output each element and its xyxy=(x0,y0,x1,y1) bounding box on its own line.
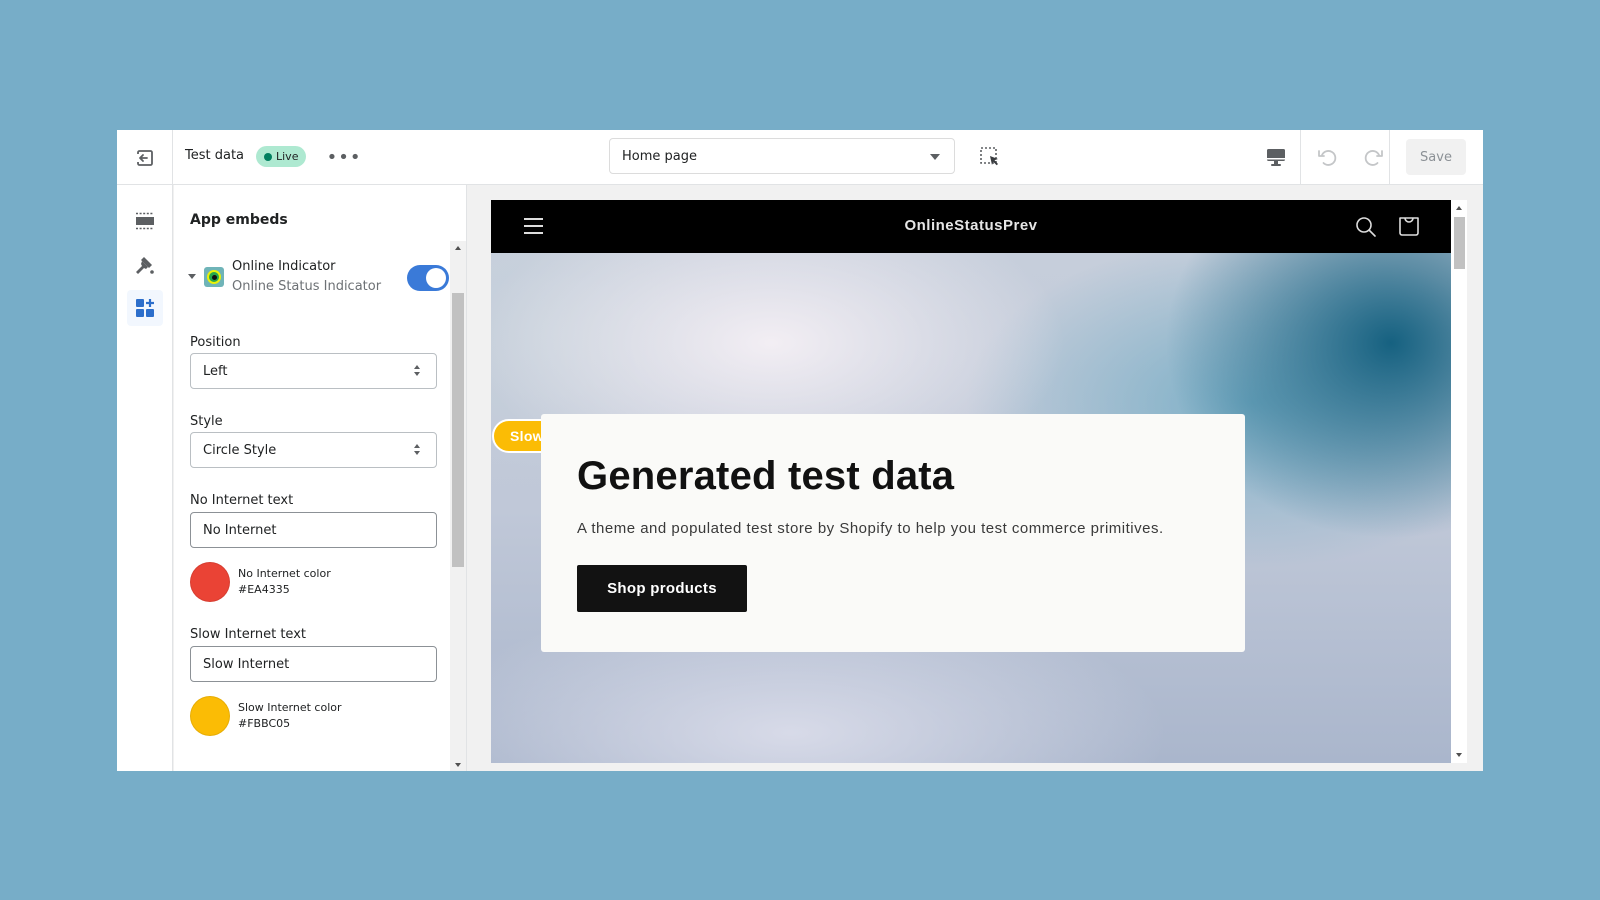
scroll-up-icon[interactable] xyxy=(455,246,461,250)
more-actions-button[interactable]: ••• xyxy=(326,143,362,171)
panel-scrollbar[interactable] xyxy=(450,241,466,771)
undo-button[interactable] xyxy=(1312,142,1342,172)
redo-icon xyxy=(1364,150,1383,166)
panel-divider xyxy=(466,185,467,771)
more-horizontal-icon: ••• xyxy=(326,146,362,168)
exit-button[interactable] xyxy=(117,130,173,185)
toolbar-divider xyxy=(1389,130,1390,185)
position-select[interactable]: Left xyxy=(190,353,437,389)
no-internet-text-input[interactable]: No Internet xyxy=(190,512,437,548)
page-select-value: Home page xyxy=(622,148,697,164)
search-icon xyxy=(1356,217,1376,237)
position-label: Position xyxy=(190,335,241,350)
scroll-up-icon[interactable] xyxy=(1456,206,1462,210)
hero-banner: Slow Internet Generated test data A them… xyxy=(491,253,1451,763)
select-inspect-icon xyxy=(980,147,998,166)
shop-products-button[interactable]: Shop products xyxy=(577,565,747,612)
desktop-icon xyxy=(1267,149,1285,166)
no-internet-text-label: No Internet text xyxy=(190,493,294,508)
hero-card: Generated test data A theme and populate… xyxy=(541,414,1245,652)
scroll-down-icon[interactable] xyxy=(1456,753,1462,757)
paintbrush-icon xyxy=(136,257,154,274)
online-indicator-app-icon xyxy=(204,267,224,287)
embed-subtitle: Online Status Indicator xyxy=(232,279,382,294)
slow-internet-color-picker: Slow Internet color #FBBC05 xyxy=(190,696,440,736)
embed-name: Online Indicator xyxy=(232,259,336,274)
live-status-badge: Live xyxy=(256,146,307,167)
store-header: OnlineStatusPrev xyxy=(491,200,1451,253)
sidebar-rail xyxy=(117,185,173,771)
exit-icon xyxy=(135,149,153,166)
chevron-down-icon xyxy=(930,154,940,160)
store-search-button[interactable] xyxy=(1354,215,1378,239)
hero-description: A theme and populated test store by Shop… xyxy=(577,520,1164,537)
preview-scrollbar[interactable] xyxy=(1451,200,1467,763)
slow-internet-color-swatch[interactable] xyxy=(190,696,230,736)
select-arrows-icon xyxy=(414,444,422,456)
theme-title: Test data xyxy=(185,148,245,163)
store-name[interactable]: OnlineStatusPrev xyxy=(491,217,1451,234)
slow-internet-text-input[interactable]: Slow Internet xyxy=(190,646,437,682)
app-embeds-panel: App embeds Online Indicator Online Statu… xyxy=(174,185,466,771)
scroll-down-icon[interactable] xyxy=(455,763,461,767)
slow-internet-color-label: Slow Internet color xyxy=(238,701,342,714)
inspector-toggle-button[interactable] xyxy=(977,144,1003,170)
no-internet-color-swatch[interactable] xyxy=(190,562,230,602)
save-button[interactable]: Save xyxy=(1406,139,1466,175)
style-select[interactable]: Circle Style xyxy=(190,432,437,468)
scrollbar-thumb[interactable] xyxy=(1454,217,1465,269)
store-cart-button[interactable] xyxy=(1397,214,1421,238)
no-internet-color-value: #EA4335 xyxy=(238,583,290,596)
undo-icon xyxy=(1318,150,1337,166)
position-select-value: Left xyxy=(203,363,228,379)
apps-add-icon xyxy=(136,299,154,317)
hero-title: Generated test data xyxy=(577,454,955,498)
sections-icon xyxy=(136,212,154,230)
sidebar-item-sections[interactable] xyxy=(127,203,163,239)
no-internet-color-picker: No Internet color #EA4335 xyxy=(190,562,440,602)
page-select[interactable]: Home page xyxy=(609,138,955,174)
slow-internet-color-value: #FBBC05 xyxy=(238,717,291,730)
embed-enabled-toggle[interactable] xyxy=(407,265,449,291)
live-dot-icon xyxy=(264,152,272,161)
app-embed-item: Online Indicator Online Status Indicator xyxy=(186,258,449,298)
sidebar-item-theme-settings[interactable] xyxy=(127,247,163,283)
cart-icon xyxy=(1399,217,1419,236)
no-internet-color-label: No Internet color xyxy=(238,567,331,580)
toggle-knob xyxy=(426,268,446,288)
slow-internet-text-label: Slow Internet text xyxy=(190,627,306,642)
style-select-value: Circle Style xyxy=(203,442,277,458)
sidebar-item-app-embeds[interactable] xyxy=(127,290,163,326)
viewport-desktop-button[interactable] xyxy=(1261,142,1291,172)
collapse-caret-icon[interactable] xyxy=(188,274,196,279)
scrollbar-thumb[interactable] xyxy=(452,293,464,567)
live-badge-label: Live xyxy=(276,150,299,163)
style-label: Style xyxy=(190,414,223,429)
top-bar: Test data Live ••• Home page Save xyxy=(117,130,1483,185)
toolbar-divider xyxy=(1300,130,1301,185)
theme-editor-window: Test data Live ••• Home page Save App em… xyxy=(117,130,1483,771)
store-preview: OnlineStatusPrev Slow Internet xyxy=(491,200,1467,763)
panel-title: App embeds xyxy=(190,212,288,228)
select-arrows-icon xyxy=(414,365,422,377)
redo-button[interactable] xyxy=(1359,142,1389,172)
